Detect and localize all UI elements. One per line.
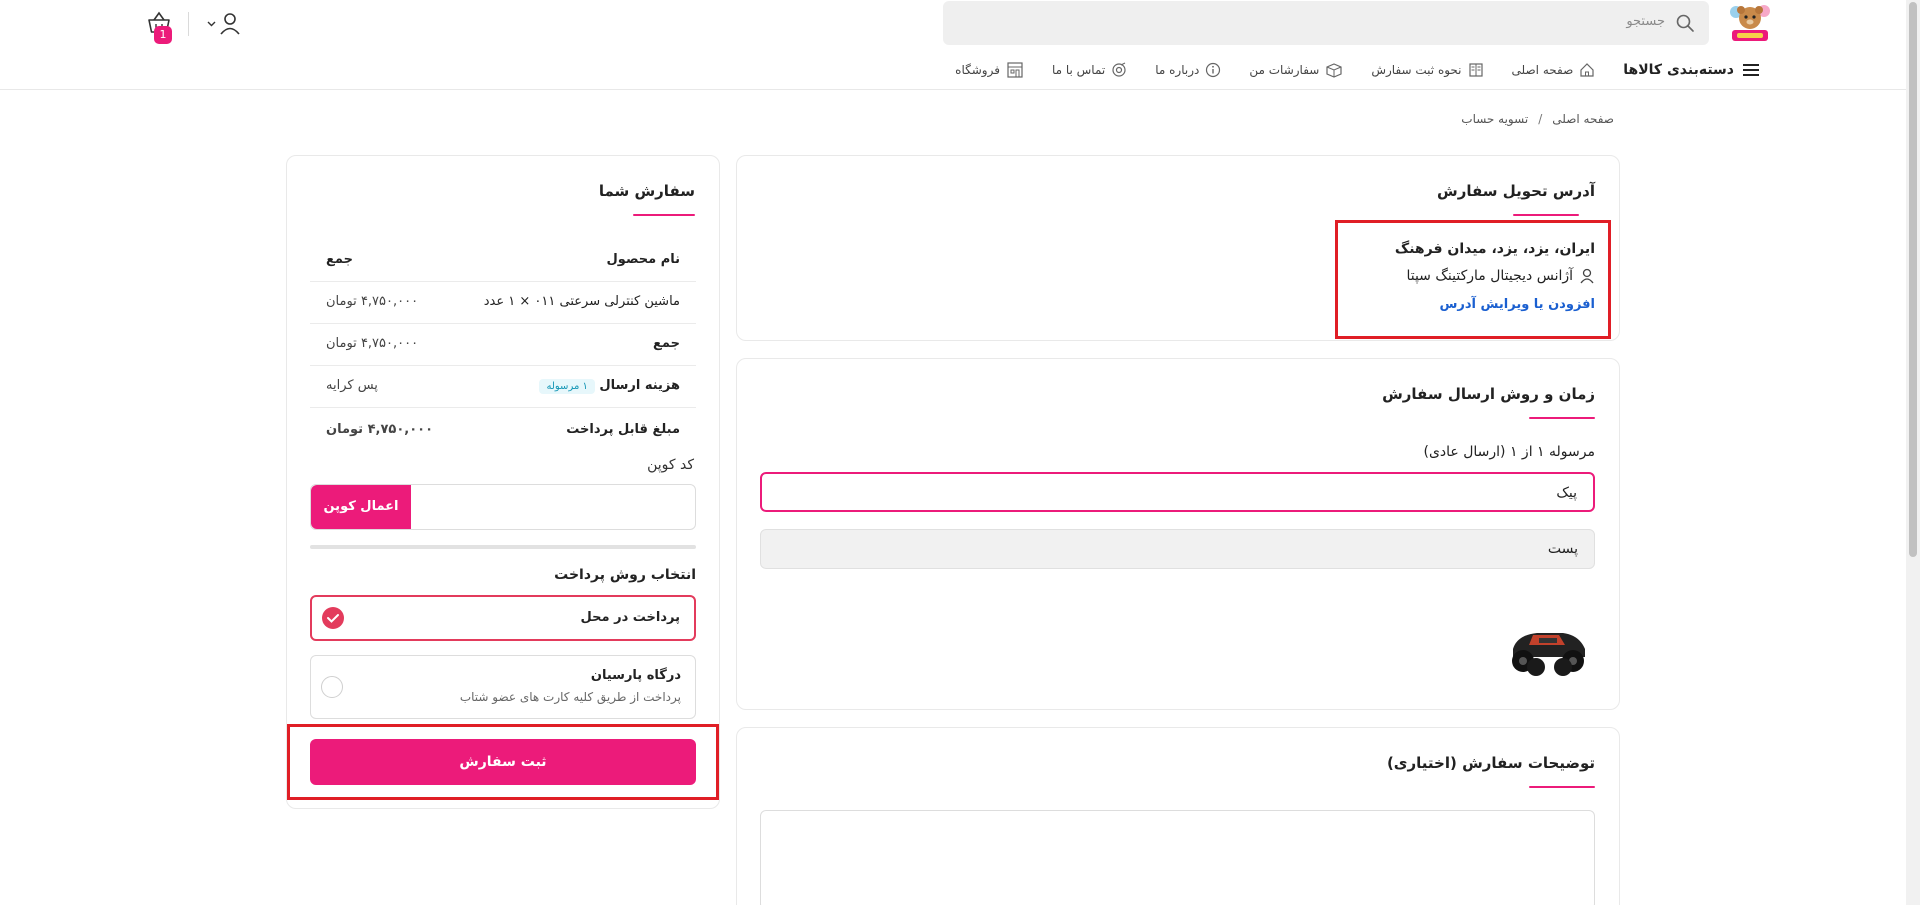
title-underline — [1529, 417, 1595, 419]
box-icon — [1326, 63, 1342, 78]
shipping-option-courier[interactable]: پیک — [760, 472, 1595, 512]
payable-row: مبلغ قابل پرداخت ۴,۷۵۰,۰۰۰ تومان — [310, 410, 696, 452]
home-icon — [1580, 63, 1594, 77]
breadcrumb: صفحه اصلی / تسویه حساب — [1461, 112, 1614, 126]
nav-about[interactable]: درباره ما — [1155, 62, 1221, 78]
nav-my-orders-label: سفارشات من — [1249, 63, 1320, 77]
address-title: آدرس تحویل سفارش — [1437, 182, 1595, 200]
user-menu[interactable] — [206, 12, 242, 36]
breadcrumb-home[interactable]: صفحه اصلی — [1552, 112, 1614, 126]
nav-home[interactable]: صفحه اصلی — [1512, 62, 1596, 78]
order-notes-textarea[interactable] — [760, 810, 1595, 905]
shipping-title: زمان و روش ارسال سفارش — [1382, 385, 1595, 403]
phone-icon — [1112, 62, 1126, 77]
payment-cod-label: پرداخت در محل — [580, 610, 680, 625]
title-underline — [1529, 786, 1595, 788]
radio-icon[interactable] — [321, 676, 343, 698]
nav-store-label: فروشگاه — [955, 63, 1000, 77]
submit-highlight-box — [287, 724, 719, 800]
info-icon — [1206, 62, 1221, 78]
payment-option-parsian[interactable]: درگاه پارسیان پرداخت از طریق کلیه کارت ه… — [310, 655, 696, 719]
check-icon — [322, 607, 344, 629]
shipping-cost-value: پس کرایه — [326, 378, 378, 393]
shipping-cost-row: هزینه ارسال ۱ مرسوله پس کرایه — [310, 366, 696, 408]
subtotal-label: جمع — [653, 336, 680, 351]
nav-how-to-order-label: نحوه ثبت سفارش — [1371, 63, 1462, 77]
nav-home-label: صفحه اصلی — [1511, 63, 1574, 77]
main-nav: دسته‌بندی کالاها صفحه اصلی نحوه ثبت سفار… — [955, 58, 1760, 82]
notes-title: توضیحات سفارش (اختیاری) — [1386, 754, 1595, 772]
product-name: ماشین کنترلی سرعتی ۰۱۱ × ۱ عدد — [483, 294, 680, 309]
payable-value: ۴,۷۵۰,۰۰۰ تومان — [326, 422, 434, 437]
coupon-label: کد کوپن — [647, 457, 694, 473]
payment-option-cod[interactable]: پرداخت در محل — [310, 595, 696, 641]
order-table-header: نام محصول جمع — [310, 240, 696, 282]
header-total: جمع — [326, 252, 353, 267]
address-highlight-box — [1335, 220, 1611, 339]
payable-label: مبلغ قابل پرداخت — [566, 422, 680, 437]
payment-gateway-desc: پرداخت از طریق کلیه کارت های عضو شتاب — [459, 690, 681, 704]
product-price: ۴,۷۵۰,۰۰۰ تومان — [326, 294, 419, 309]
shipping-cost-label: هزینه ارسال ۱ مرسوله — [531, 378, 680, 394]
shipping-option-post[interactable]: پست — [760, 529, 1595, 569]
nav-categories[interactable]: دسته‌بندی کالاها — [1623, 62, 1760, 78]
section-divider — [310, 545, 696, 549]
title-underline — [1513, 214, 1579, 216]
payment-method-title: انتخاب روش پرداخت — [554, 567, 696, 583]
order-title: سفارش شما — [598, 182, 695, 200]
breadcrumb-current: تسویه حساب — [1461, 112, 1529, 126]
nav-about-label: درباره ما — [1155, 63, 1200, 77]
search-icon[interactable] — [1675, 13, 1695, 33]
breadcrumb-separator: / — [1538, 112, 1543, 126]
site-header: جستجو 1 دسته‌بندی کالاها صفحه اصلی — [0, 0, 1906, 90]
header-divider — [188, 12, 189, 36]
apply-coupon-button[interactable]: اعمال کوپن — [311, 485, 411, 529]
chevron-down-icon — [207, 21, 216, 27]
store-logo[interactable] — [1726, 4, 1774, 44]
store-icon — [1007, 62, 1023, 78]
payment-gateway-label: درگاه پارسیان — [590, 668, 681, 683]
package-count-pill: ۱ مرسوله — [539, 379, 595, 394]
package-label: مرسوله ۱ از ۱ (ارسال عادی) — [1423, 444, 1595, 460]
search-placeholder[interactable]: جستجو — [1626, 14, 1665, 29]
subtotal-value: ۴,۷۵۰,۰۰۰ تومان — [326, 336, 419, 351]
header-product: نام محصول — [606, 252, 680, 267]
shipping-cost-label-text: هزینه ارسال — [599, 378, 680, 393]
menu-icon — [1743, 64, 1759, 76]
title-underline — [633, 214, 695, 216]
nav-contact-label: تماس با ما — [1051, 63, 1106, 77]
product-image — [1503, 619, 1593, 681]
nav-categories-label: دسته‌بندی کالاها — [1623, 62, 1734, 78]
search-bar[interactable]: جستجو — [943, 1, 1709, 45]
cart-count-badge: 1 — [154, 26, 172, 44]
book-icon — [1468, 63, 1483, 77]
nav-store[interactable]: فروشگاه — [955, 61, 1024, 79]
cart-button[interactable]: 1 — [138, 10, 172, 44]
nav-contact[interactable]: تماس با ما — [1052, 62, 1127, 78]
nav-my-orders[interactable]: سفارشات من — [1249, 62, 1343, 78]
subtotal-row: جمع ۴,۷۵۰,۰۰۰ تومان — [310, 324, 696, 366]
scrollbar-thumb[interactable] — [1909, 2, 1917, 557]
order-product-row: ماشین کنترلی سرعتی ۰۱۱ × ۱ عدد ۴,۷۵۰,۰۰۰… — [310, 282, 696, 324]
page-scrollbar[interactable] — [1906, 0, 1920, 905]
nav-how-to-order[interactable]: نحوه ثبت سفارش — [1371, 62, 1483, 78]
